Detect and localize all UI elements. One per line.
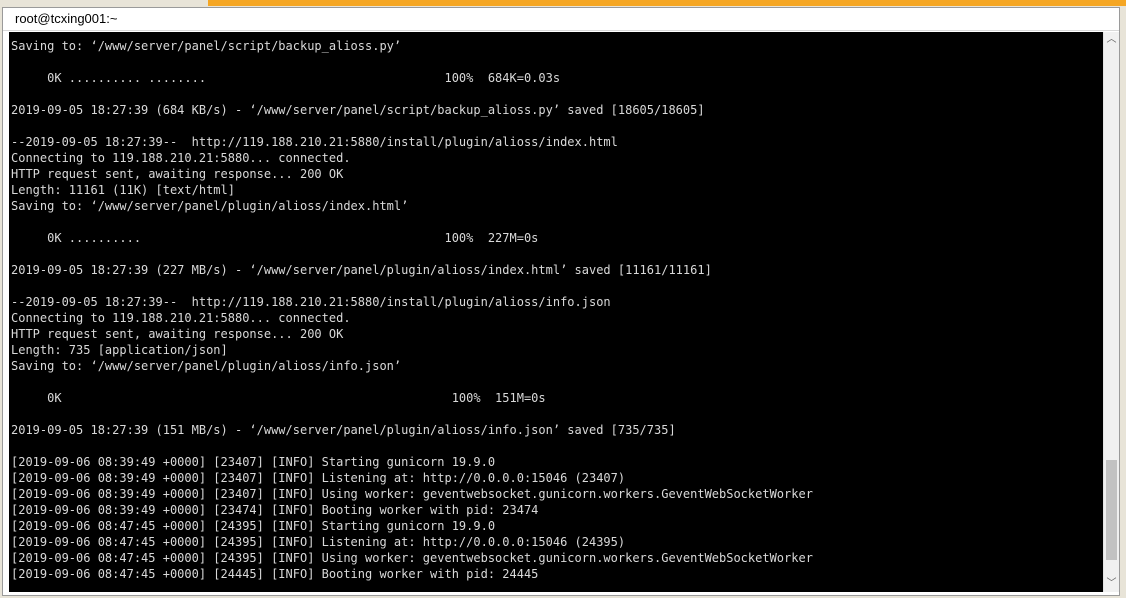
terminal-line: 0K .......... 100% 227M=0s xyxy=(11,231,539,245)
terminal-text: Saving to: ‘/www/server/panel/script/bac… xyxy=(11,38,813,582)
terminal-line: 2019-09-05 18:27:39 (684 KB/s) - ‘/www/s… xyxy=(11,103,705,117)
window-titlebar[interactable]: root@tcxing001:~ xyxy=(3,8,1119,31)
window-title: root@tcxing001:~ xyxy=(15,11,118,26)
terminal-line: HTTP request sent, awaiting response... … xyxy=(11,327,344,341)
terminal-line: Saving to: ‘/www/server/panel/script/bac… xyxy=(11,39,402,53)
terminal-line: Length: 735 [application/json] xyxy=(11,343,228,357)
terminal-line: [2019-09-06 08:39:49 +0000] [23407] [INF… xyxy=(11,487,813,501)
terminal-line: HTTP request sent, awaiting response... … xyxy=(11,167,344,181)
terminal-line: [2019-09-06 08:39:49 +0000] [23407] [INF… xyxy=(11,471,626,485)
terminal-window: root@tcxing001:~ Saving to: ‘/www/server… xyxy=(2,7,1120,596)
terminal-line: [2019-09-06 08:47:45 +0000] [24395] [INF… xyxy=(11,535,626,549)
chevron-down-icon[interactable]: ﹀ xyxy=(1104,576,1119,592)
terminal-line: [2019-09-06 08:47:45 +0000] [24395] [INF… xyxy=(11,519,496,533)
terminal-line: 2019-09-05 18:27:39 (227 MB/s) - ‘/www/s… xyxy=(11,263,712,277)
terminal-output-area[interactable]: Saving to: ‘/www/server/panel/script/bac… xyxy=(9,32,1103,592)
terminal-line: Length: 11161 (11K) [text/html] xyxy=(11,183,235,197)
terminal-line: 0K 100% 151M=0s xyxy=(11,391,546,405)
terminal-line: 0K .......... ........ 100% 684K=0.03s xyxy=(11,71,561,85)
terminal-line: [2019-09-06 08:39:49 +0000] [23407] [INF… xyxy=(11,455,496,469)
background-app-accent-bar xyxy=(208,0,1126,6)
terminal-line: [2019-09-06 08:39:49 +0000] [23474] [INF… xyxy=(11,503,539,517)
terminal-line: [2019-09-06 08:47:45 +0000] [24395] [INF… xyxy=(11,551,813,565)
chevron-up-icon[interactable]: ︿ xyxy=(1104,32,1119,48)
terminal-line: [2019-09-06 08:47:45 +0000] [24445] [INF… xyxy=(11,567,539,581)
terminal-line: Connecting to 119.188.210.21:5880... con… xyxy=(11,151,351,165)
terminal-line: Saving to: ‘/www/server/panel/plugin/ali… xyxy=(11,199,409,213)
terminal-line: 2019-09-05 18:27:39 (151 MB/s) - ‘/www/s… xyxy=(11,423,676,437)
scrollbar-thumb[interactable] xyxy=(1106,460,1117,560)
terminal-line: Connecting to 119.188.210.21:5880... con… xyxy=(11,311,351,325)
terminal-line: --2019-09-05 18:27:39-- http://119.188.2… xyxy=(11,135,618,149)
vertical-scrollbar[interactable]: ︿ ﹀ xyxy=(1103,32,1119,592)
terminal-line: Saving to: ‘/www/server/panel/plugin/ali… xyxy=(11,359,402,373)
terminal-line: --2019-09-05 18:27:39-- http://119.188.2… xyxy=(11,295,611,309)
